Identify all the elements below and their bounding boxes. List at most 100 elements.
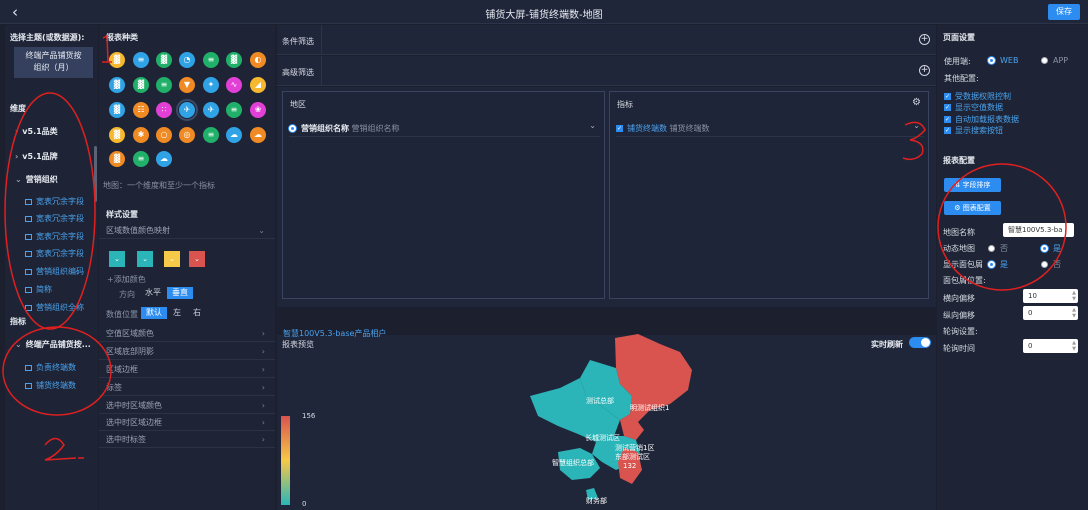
stacked-hbar-icon[interactable]: ≡ — [203, 52, 219, 68]
color-map-section[interactable]: 区域数值颜色映射 ⌄ — [99, 223, 275, 239]
stepper-icon[interactable]: ▲ ▼ — [1072, 340, 1076, 352]
option-show-null[interactable]: ✓ 显示空值数据 — [944, 102, 1003, 113]
add-advanced-icon[interactable]: + — [919, 65, 930, 76]
line-chart-icon[interactable]: ∿ — [226, 77, 242, 93]
map-name-input[interactable]: 智慧100V5.3-ba — [1003, 223, 1074, 237]
preview-label: 报表预览 — [282, 340, 314, 349]
carousel-time-input[interactable]: 0 ▲ ▼ — [1023, 339, 1078, 353]
field-item[interactable]: 简称 — [25, 284, 52, 295]
map-chart-icon[interactable]: ✈ — [176, 99, 198, 121]
column-icon[interactable]: ▓ — [133, 77, 149, 93]
pos-default[interactable]: 默认 — [141, 307, 167, 319]
field-item[interactable]: 宽表冗余字段 — [25, 196, 84, 207]
summary-table-icon[interactable]: ≡ — [133, 151, 149, 167]
web-radio[interactable]: WEB — [988, 56, 1018, 65]
realtime-toggle[interactable] — [909, 337, 931, 348]
tree-group-brand[interactable]: › v5.1品牌 — [15, 151, 58, 162]
field-item[interactable]: 营销组织全称 — [25, 302, 84, 313]
stepper-icon[interactable]: ▲ ▼ — [1072, 290, 1076, 302]
add-color-link[interactable]: +添加颜色 — [107, 274, 146, 285]
region-select[interactable]: 营销组织名称 营销组织名称 ⌄ — [289, 121, 600, 137]
bar-chart-icon[interactable]: ▓ — [109, 52, 125, 68]
style-section[interactable]: 选中时标签 › — [99, 432, 275, 448]
pie-chart-icon[interactable]: ◔ — [179, 52, 195, 68]
chart-config-button[interactable]: ⚙ 图表配置 — [944, 201, 1001, 215]
gauge-icon[interactable]: ◐ — [250, 52, 266, 68]
option-data-permission[interactable]: ✓ 受数据权限控制 — [944, 91, 1011, 102]
pos-right[interactable]: 右 — [189, 307, 205, 319]
pos-left[interactable]: 左 — [169, 307, 185, 319]
kpi-card-icon[interactable]: ≡ — [203, 127, 219, 143]
scatter-icon[interactable]: ∷ — [156, 102, 172, 118]
grid-table-icon[interactable]: ☷ — [133, 102, 149, 118]
horizontal-bar-icon[interactable]: ≡ — [133, 52, 149, 68]
dynamic-map-yes[interactable]: 是 — [1041, 243, 1061, 254]
heatmap-icon[interactable]: ▓ — [109, 151, 125, 167]
map-chart[interactable] — [520, 330, 695, 502]
color-swatch-red[interactable]: ⌄ — [189, 251, 205, 267]
stacked-bar-icon[interactable]: ▓ — [156, 52, 172, 68]
metric-field-item[interactable]: 负责终端数 — [25, 362, 76, 373]
theme-selector[interactable]: 终端产品铺货按 组织（月） — [14, 47, 93, 78]
cross-table-icon[interactable]: ▓ — [109, 102, 125, 118]
color-legend-bar[interactable] — [281, 416, 290, 505]
value-pos-label: 数值位置 — [106, 310, 138, 319]
breadcrumb-yes[interactable]: 是 — [988, 259, 1008, 270]
stepper-icon[interactable]: ▲ ▼ — [1072, 307, 1076, 319]
gear-icon[interactable]: ⚙ — [912, 97, 921, 108]
chart-config-label: 图表配置 — [962, 204, 991, 212]
field-item[interactable]: 宽表冗余字段 — [25, 248, 84, 259]
cloud-icon[interactable]: ☁ — [226, 127, 242, 143]
direction-horizontal[interactable]: 水平 — [141, 287, 165, 299]
map-label: 财务部 — [586, 497, 607, 505]
style-section[interactable]: 选中时区域颜色 › — [99, 398, 275, 414]
style-section[interactable]: 选中时区域边框 › — [99, 415, 275, 431]
flower-icon[interactable]: ❀ — [250, 102, 266, 118]
table-icon[interactable]: ≡ — [156, 77, 172, 93]
v-offset-input[interactable]: 0 ▲ ▼ — [1023, 306, 1078, 320]
cloud-map-icon[interactable]: ☁ — [156, 151, 172, 167]
tree-group-org[interactable]: ⌄ 营销组织 — [15, 174, 58, 185]
h-offset-input[interactable]: 10 ▲ ▼ — [1023, 289, 1078, 303]
grouped-bar-icon[interactable]: ▓ — [226, 52, 242, 68]
tree-group-metric[interactable]: ⌄ 终端产品铺货按... — [15, 339, 91, 350]
style-section[interactable]: 空值区域颜色 › — [99, 326, 275, 342]
color-swatch-teal-2[interactable]: ⌄ — [137, 251, 153, 267]
style-section[interactable]: 区域底部阴影 › — [99, 344, 275, 360]
condition-filter-label: 条件筛选 — [282, 37, 314, 46]
metric-select[interactable]: ✓ 铺货终端数 铺货终端数 ⌄ — [616, 121, 924, 137]
percent-bar-icon[interactable]: ▓ — [109, 77, 125, 93]
breadcrumb-no[interactable]: 否 — [1041, 259, 1061, 270]
app-radio[interactable]: APP — [1041, 56, 1068, 65]
funnel-icon[interactable]: ▼ — [179, 77, 195, 93]
option-autoload[interactable]: ✓ 自动加载报表数据 — [944, 114, 1019, 125]
donut-icon[interactable]: ◎ — [179, 127, 195, 143]
style-section[interactable]: 标签 › — [99, 380, 275, 396]
wave-icon[interactable]: ☁ — [250, 127, 266, 143]
ring-icon[interactable]: ○ — [156, 127, 172, 143]
area-chart-icon[interactable]: ◢ — [250, 77, 266, 93]
field-item[interactable]: 宽表冗余字段 — [25, 213, 84, 224]
color-swatch-teal[interactable]: ⌄ — [109, 251, 125, 267]
direction-vertical[interactable]: 垂直 — [167, 287, 193, 299]
scrollbar[interactable] — [94, 146, 97, 202]
style-section[interactable]: 区域边框 › — [99, 362, 275, 378]
option-label: 显示空值数据 — [955, 103, 1003, 112]
list-icon[interactable]: ≡ — [226, 102, 242, 118]
option-search-button[interactable]: ✓ 显示搜索按钮 — [944, 125, 1003, 136]
map-variant-icon[interactable]: ✈ — [203, 102, 219, 118]
dual-axis-icon[interactable]: ▓ — [109, 127, 125, 143]
field-item[interactable]: 宽表冗余字段 — [25, 231, 84, 242]
metric-field-item[interactable]: 铺货终端数 — [25, 380, 76, 391]
add-condition-icon[interactable]: + — [919, 34, 930, 45]
theme-label: 选择主题(或数据源): — [10, 33, 85, 42]
field-item[interactable]: 营销组织编码 — [25, 266, 84, 277]
rose-chart-icon[interactable]: ✱ — [133, 127, 149, 143]
save-button[interactable]: 保存 — [1048, 4, 1080, 20]
field-sort-button[interactable]: ⇅ 字段排序 — [944, 178, 1001, 192]
tree-group-category[interactable]: › v5.1品类 — [15, 126, 58, 137]
radar-icon[interactable]: ✦ — [203, 77, 219, 93]
dynamic-map-no[interactable]: 否 — [988, 243, 1008, 254]
color-swatch-yellow[interactable]: ⌄ — [164, 251, 180, 267]
direction-label: 方向 — [119, 290, 135, 299]
